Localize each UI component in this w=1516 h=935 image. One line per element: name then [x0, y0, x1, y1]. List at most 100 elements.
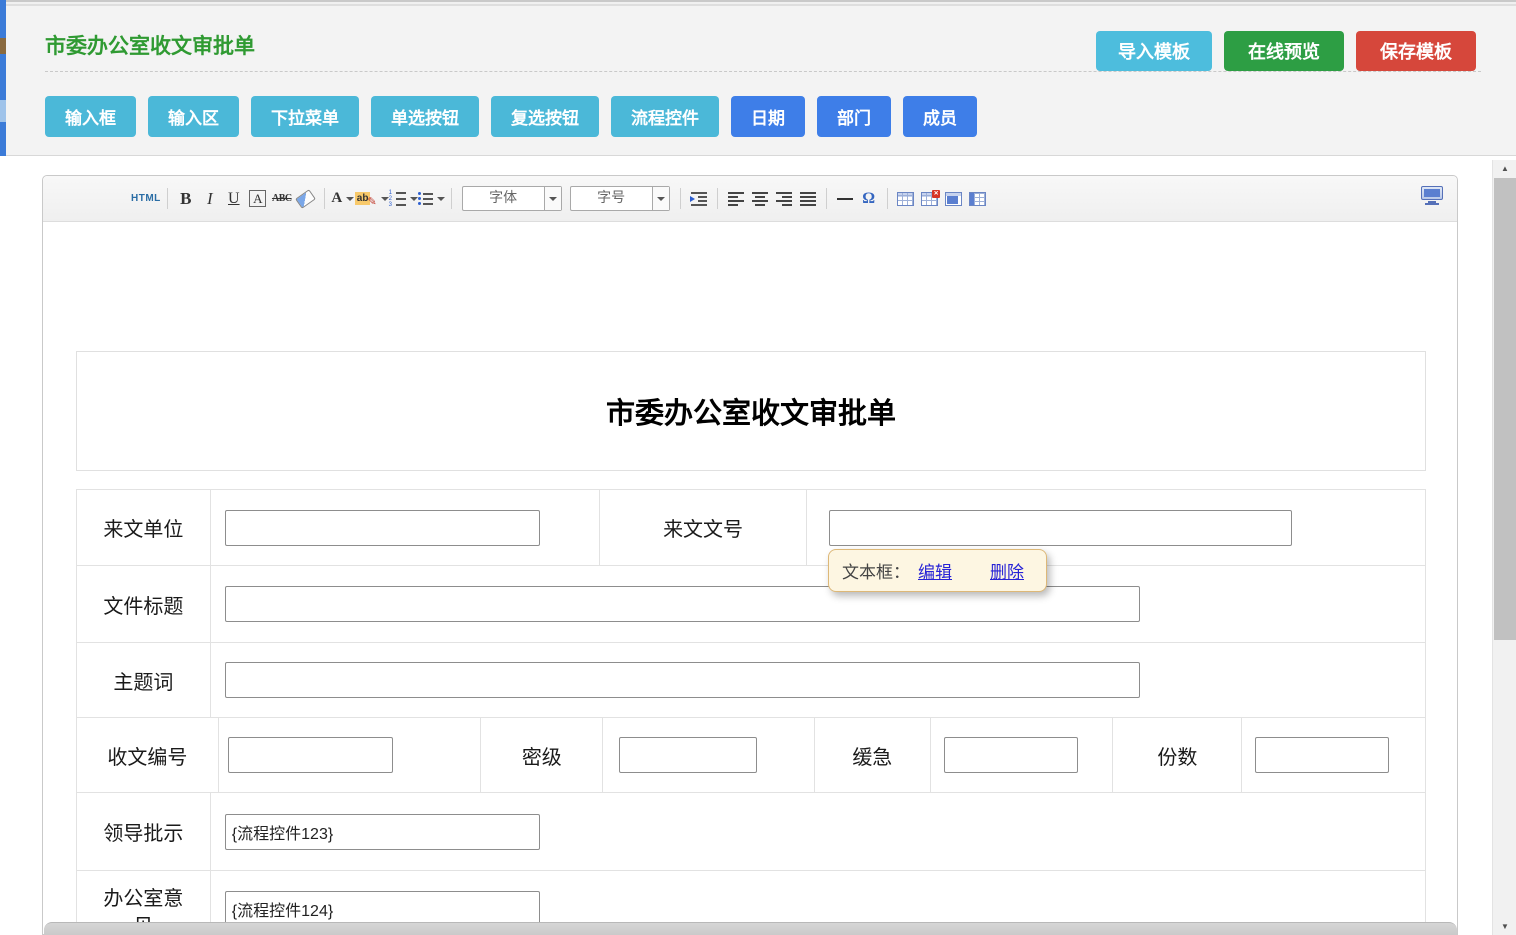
left-strip-mark: [0, 100, 6, 122]
add-member-button[interactable]: 成员: [903, 96, 977, 137]
chevron-down-icon: [410, 197, 418, 201]
label-cell: 密级: [480, 718, 602, 792]
toolbar-separator: [167, 188, 168, 209]
justify-icon[interactable]: [796, 186, 820, 212]
toolbar-separator: [887, 188, 888, 209]
page: 市委办公室收文审批单 导入模板 在线预览 保存模板 输入框 输入区 下拉菜单 单…: [0, 0, 1516, 935]
horizontal-rule-icon[interactable]: [833, 186, 857, 212]
delete-link[interactable]: 删除: [990, 558, 1024, 583]
align-right-icon[interactable]: [772, 186, 796, 212]
label-cell: 来文单位: [77, 490, 210, 565]
editor-toolbar: HTML B I U A ABC A ab✎ 1 2 3: [43, 176, 1457, 222]
add-textarea-button[interactable]: 输入区: [148, 96, 239, 137]
field-label: 来文文号: [663, 513, 743, 542]
html-source-icon[interactable]: HTML: [131, 186, 161, 212]
table-row: 主题词: [77, 642, 1425, 717]
incoming-unit-input[interactable]: [225, 510, 540, 546]
table-row: 文件标题: [77, 565, 1425, 642]
field-label: 份数: [1157, 741, 1197, 770]
strikethrough-icon[interactable]: ABC: [270, 186, 294, 212]
remove-format-icon[interactable]: [294, 186, 318, 212]
align-center-icon[interactable]: [748, 186, 772, 212]
table-cell: [210, 490, 599, 565]
font-family-select[interactable]: 字体: [462, 186, 562, 211]
form-title-box: 市委办公室收文审批单: [76, 351, 1426, 471]
tooltip-label: 文本框：: [842, 558, 910, 583]
incoming-doc-number-input[interactable]: [829, 510, 1292, 546]
add-checkbox-button[interactable]: 复选按钮: [491, 96, 599, 137]
chevron-down-icon[interactable]: [652, 187, 669, 210]
page-title: 市委办公室收文审批单: [45, 30, 255, 60]
insert-table-icon[interactable]: [894, 186, 918, 212]
label-cell: 来文文号: [599, 490, 806, 565]
italic-icon[interactable]: I: [198, 186, 222, 212]
field-label: 密级: [522, 741, 562, 770]
add-date-button[interactable]: 日期: [731, 96, 805, 137]
label-cell: 办公室意见: [77, 871, 210, 923]
scroll-down-arrow[interactable]: ▼: [1493, 918, 1516, 935]
font-style-icon[interactable]: A: [246, 186, 270, 212]
editor-statusbar[interactable]: [44, 922, 1457, 935]
table-cell: [218, 718, 481, 792]
online-preview-button[interactable]: 在线预览: [1224, 31, 1344, 71]
label-cell: 主题词: [77, 643, 210, 717]
table-cell: [210, 793, 1425, 870]
table-cell: [210, 871, 1425, 923]
leader-instructions-input[interactable]: [225, 814, 540, 850]
add-radio-button[interactable]: 单选按钮: [371, 96, 479, 137]
dashed-divider: [45, 71, 1481, 72]
cell-properties-icon[interactable]: [942, 186, 966, 212]
underline-icon[interactable]: U: [222, 186, 246, 212]
table-cell: [1241, 718, 1425, 792]
indent-icon[interactable]: [687, 186, 711, 212]
toolbar-separator: [680, 188, 681, 209]
subject-words-input[interactable]: [225, 662, 1140, 698]
urgency-input[interactable]: [944, 737, 1078, 773]
table-cell: [930, 718, 1113, 792]
field-label: 领导批示: [103, 817, 183, 846]
label-cell: 文件标题: [77, 566, 210, 642]
add-department-button[interactable]: 部门: [817, 96, 891, 137]
office-opinion-input[interactable]: [225, 891, 540, 923]
form-table: 来文单位 来文文号 文件标题: [76, 489, 1426, 923]
secrecy-level-input[interactable]: [619, 737, 757, 773]
vertical-scrollbar[interactable]: ▲ ▼: [1492, 160, 1516, 935]
chevron-down-icon: [346, 197, 354, 201]
table-row: 办公室意见: [77, 870, 1425, 923]
save-template-button[interactable]: 保存模板: [1356, 31, 1476, 71]
copies-input[interactable]: [1255, 737, 1389, 773]
scroll-up-arrow[interactable]: ▲: [1493, 160, 1516, 177]
chevron-down-icon: [381, 197, 389, 201]
add-flow-control-button[interactable]: 流程控件: [611, 96, 719, 137]
align-left-icon[interactable]: [724, 186, 748, 212]
edit-link[interactable]: 编辑: [918, 558, 952, 583]
table-row: 收文编号 密级 缓急 份数: [77, 717, 1425, 792]
chevron-down-icon: [437, 197, 445, 201]
chevron-down-icon[interactable]: [544, 187, 561, 210]
fullscreen-icon[interactable]: [1421, 186, 1443, 205]
font-size-select[interactable]: 字号: [570, 186, 670, 211]
bold-icon[interactable]: B: [174, 186, 198, 212]
field-label: 来文单位: [103, 513, 183, 542]
label-cell: 领导批示: [77, 793, 210, 870]
receipt-number-input[interactable]: [228, 737, 393, 773]
editor-content[interactable]: 市委办公室收文审批单 来文单位 来文文号 文件标题: [43, 222, 1457, 923]
highlight-color-icon[interactable]: ab✎: [355, 186, 389, 212]
table-row: 领导批示: [77, 792, 1425, 870]
rich-text-editor: HTML B I U A ABC A ab✎ 1 2 3: [42, 175, 1458, 935]
unordered-list-icon[interactable]: [418, 186, 445, 212]
field-label: 主题词: [113, 666, 173, 695]
table-cell: [210, 566, 1425, 642]
table-properties-icon[interactable]: [966, 186, 990, 212]
ordered-list-icon[interactable]: 1 2 3: [389, 186, 418, 212]
delete-table-icon[interactable]: ✕: [918, 186, 942, 212]
label-cell: 收文编号: [77, 718, 218, 792]
form-title: 市委办公室收文审批单: [606, 390, 896, 432]
left-strip-mark: [0, 38, 6, 54]
import-template-button[interactable]: 导入模板: [1096, 31, 1212, 71]
add-input-box-button[interactable]: 输入框: [45, 96, 136, 137]
add-dropdown-button[interactable]: 下拉菜单: [251, 96, 359, 137]
special-char-icon[interactable]: Ω: [857, 186, 881, 212]
scrollbar-thumb[interactable]: [1494, 178, 1516, 640]
font-color-icon[interactable]: A: [331, 186, 355, 212]
